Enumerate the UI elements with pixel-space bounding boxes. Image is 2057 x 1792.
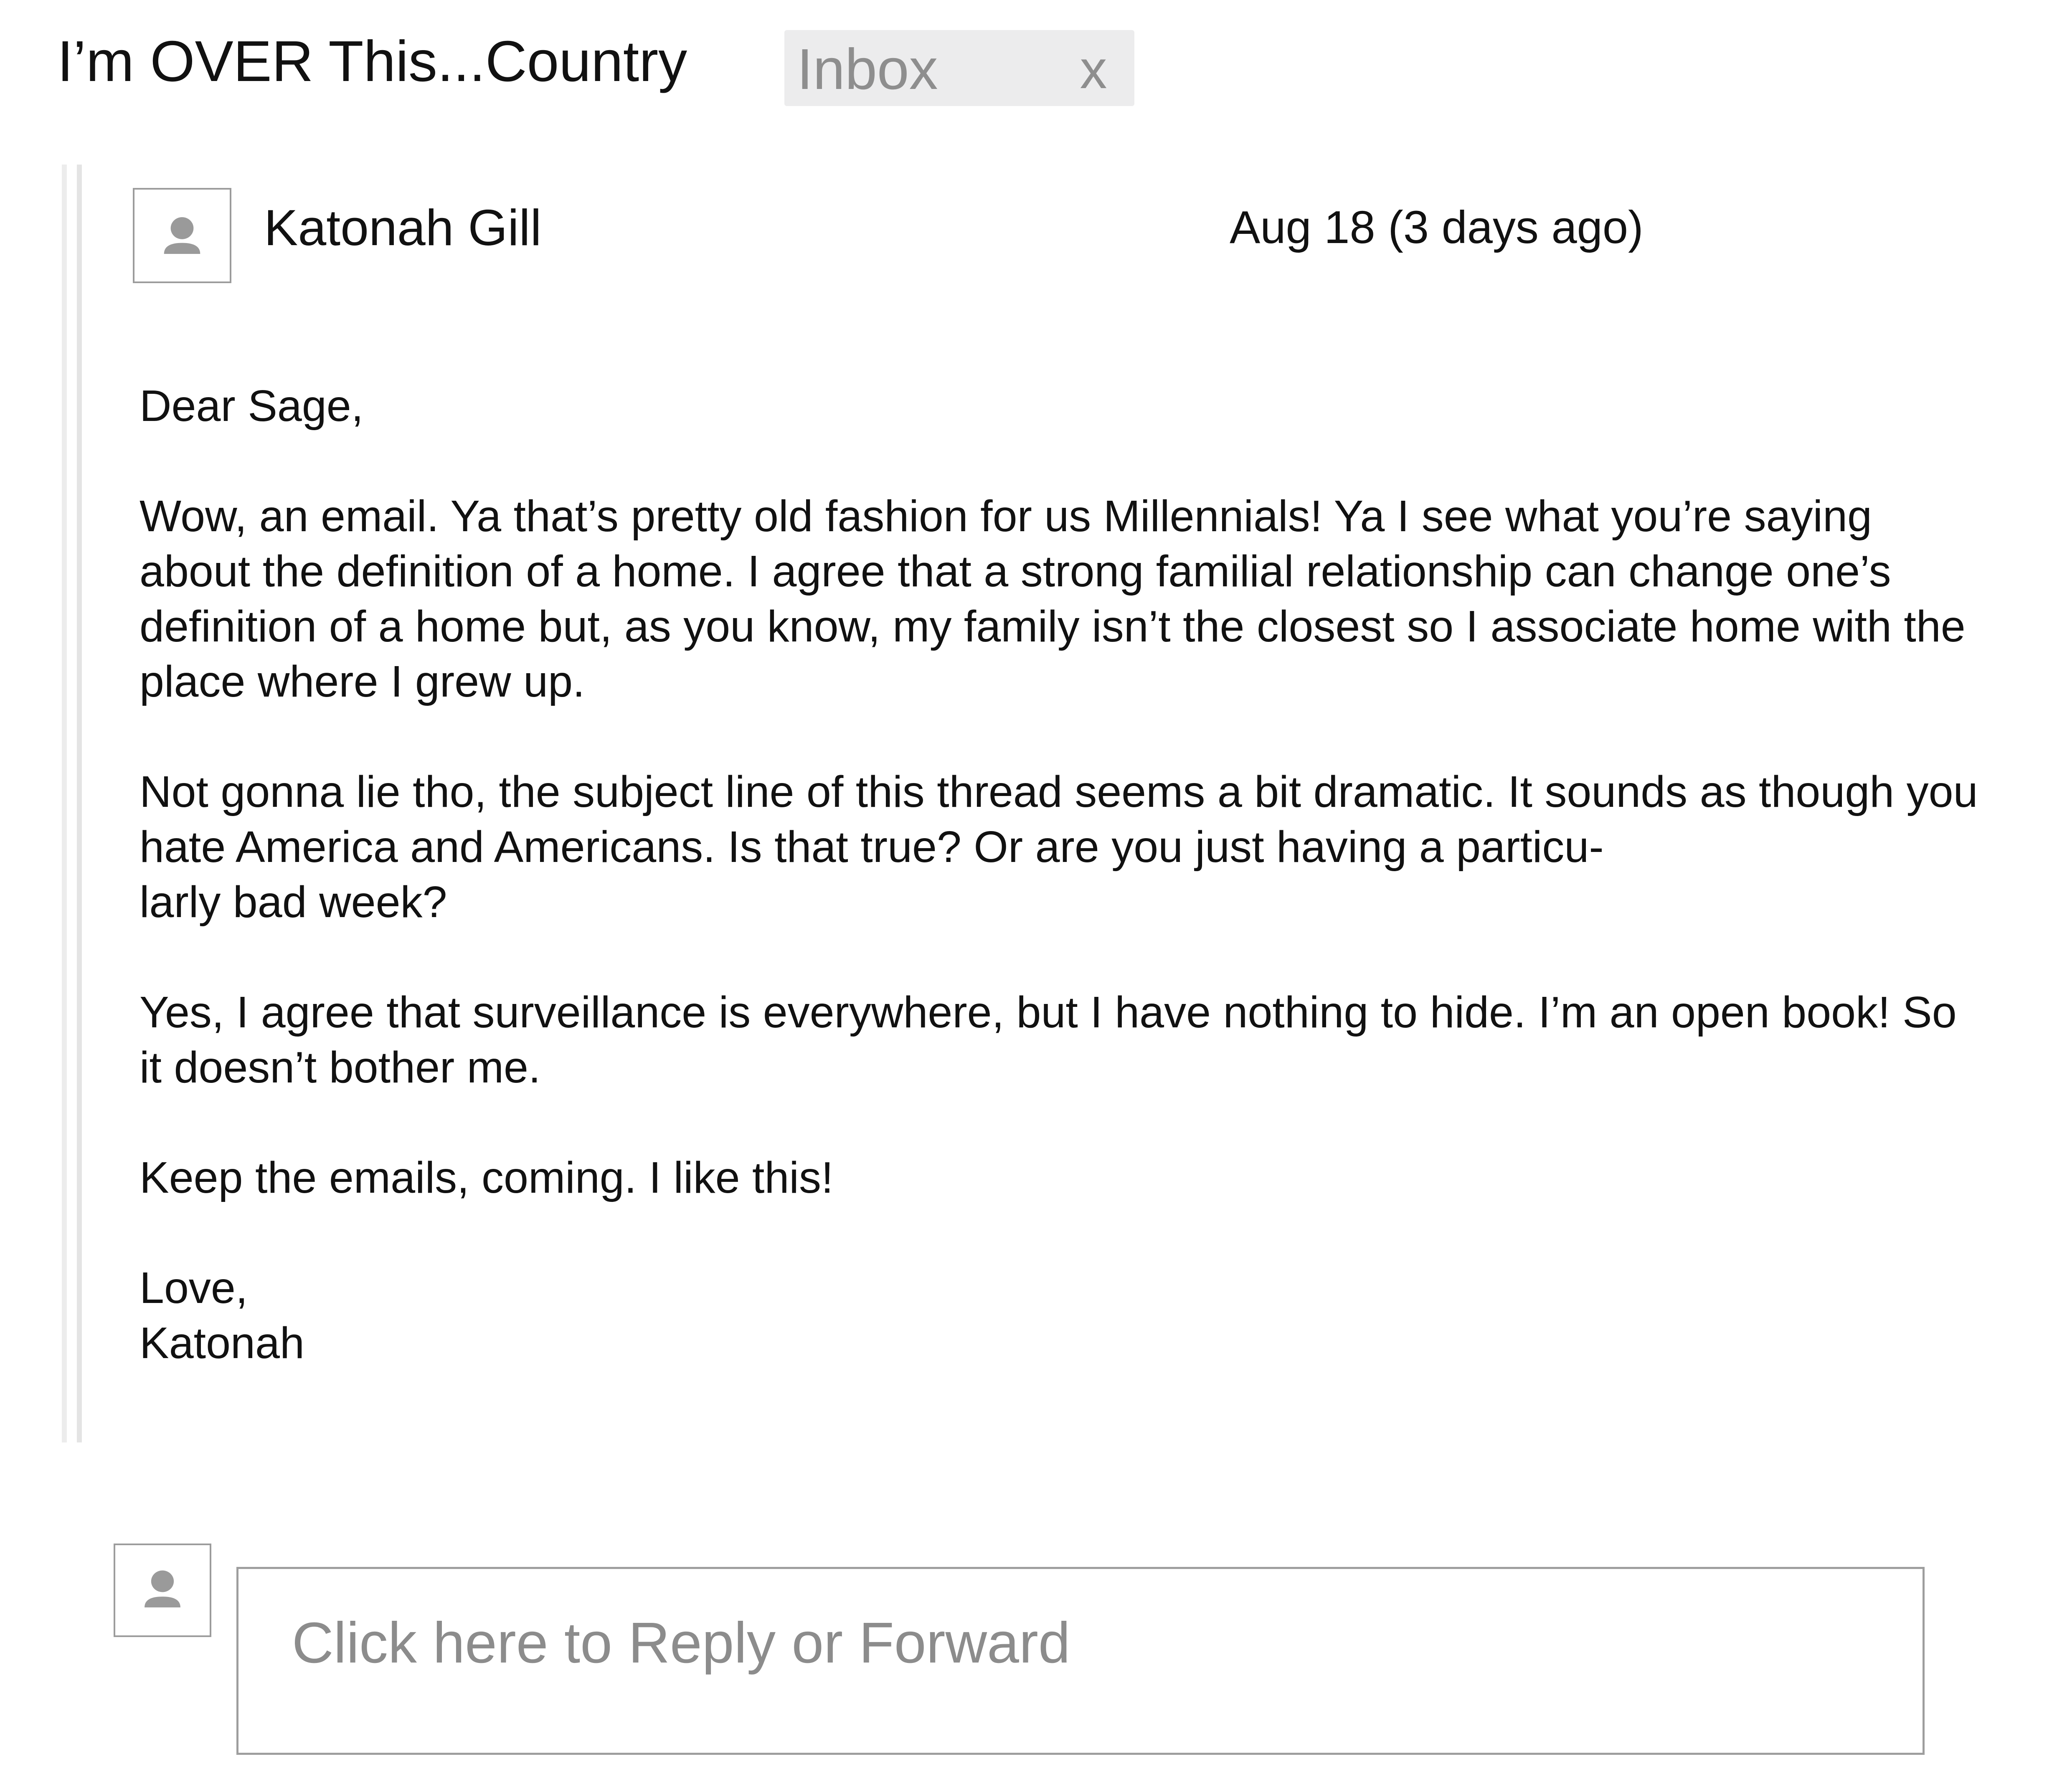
thread-rail <box>62 165 67 1442</box>
reply-avatar <box>114 1544 211 1637</box>
message-signoff: Love, Katonah <box>140 1263 304 1368</box>
person-icon <box>145 1570 180 1608</box>
message-paragraph: Yes, I agree that surveillance is everyw… <box>140 988 1957 1092</box>
thread-subject: I’m OVER This...Country <box>57 29 687 94</box>
reply-forward-input[interactable]: Click here to Reply or Forward <box>236 1567 1925 1755</box>
message-paragraph: Not gonna lie tho, the subject line of t… <box>140 767 1978 927</box>
sender-name: Katonah Gill <box>264 199 542 256</box>
message-paragraph: Wow, an email. Ya that’s pretty old fash… <box>140 492 1966 706</box>
message-body: Dear Sage, Wow, an email. Ya that’s pret… <box>140 378 1986 1426</box>
reply-placeholder: Click here to Reply or Forward <box>292 1611 1070 1675</box>
inbox-label-chip[interactable]: Inbox x <box>784 30 1134 106</box>
remove-label-close-icon[interactable]: x <box>1068 36 1119 103</box>
message-timestamp: Aug 18 (3 days ago) <box>1230 202 1644 253</box>
message-paragraph: Keep the emails, coming. I like this! <box>140 1153 834 1202</box>
person-icon <box>164 217 200 254</box>
thread-rail-inner <box>77 165 82 1442</box>
message-paragraph: Dear Sage, <box>140 381 364 431</box>
inbox-label-text: Inbox <box>797 37 938 101</box>
sender-avatar <box>133 188 231 283</box>
